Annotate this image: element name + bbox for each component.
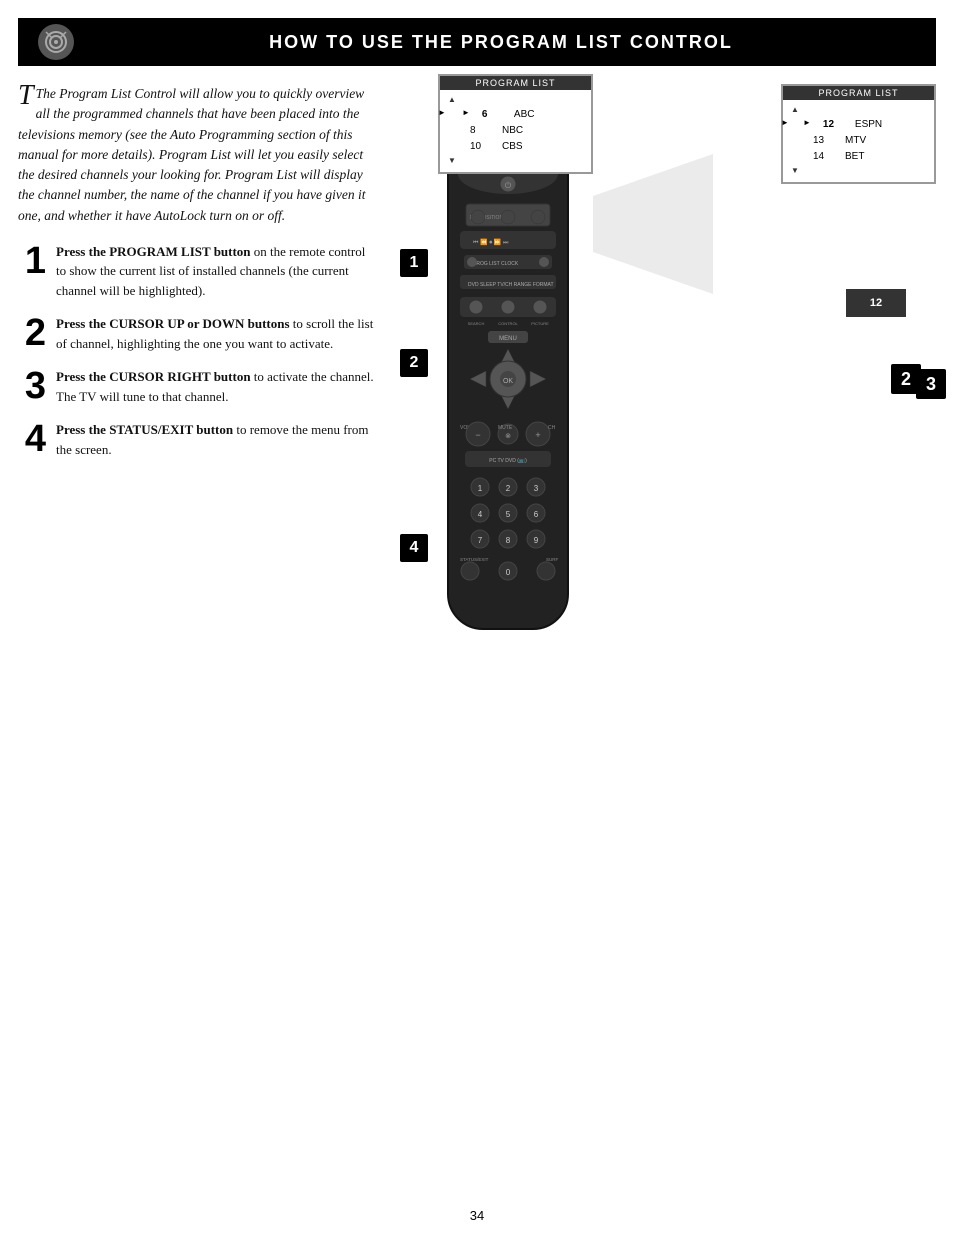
svg-text:−: −: [475, 430, 480, 440]
svg-text:⏻: ⏻: [505, 181, 512, 190]
svg-text:MENU: MENU: [499, 336, 517, 342]
intro-text: TThe Program List Control will allow you…: [18, 84, 378, 226]
svg-text:CH: CH: [548, 425, 556, 431]
step-overlay-2a: 2: [400, 349, 428, 377]
svg-text:OK: OK: [503, 378, 513, 385]
page-title: How to Use the Program List Control: [86, 32, 916, 53]
svg-text:7: 7: [478, 536, 483, 545]
svg-text:6: 6: [534, 510, 539, 519]
left-column: TThe Program List Control will allow you…: [18, 84, 378, 694]
svg-text:DVD SLEEP TV/CH RANGE FORM: DVD SLEEP TV/CH RANGE FORMAT: [468, 282, 554, 288]
svg-text:MUTE: MUTE: [498, 425, 513, 431]
illustration-area: PROGRAM LIST ▲ ► 6 ABC 8 NBC 10 CBS: [378, 84, 936, 694]
step-4-number: 4: [18, 420, 46, 458]
step-1-number: 1: [18, 242, 46, 280]
channel-display: 12: [846, 289, 906, 317]
step-4-text: Press the STATUS/EXIT button to remove t…: [56, 420, 378, 459]
svg-text:PC TV DVD (📺): PC TV DVD (📺): [489, 457, 527, 464]
step-2-number: 2: [18, 314, 46, 352]
step-overlay-3: 3: [916, 369, 946, 399]
svg-text:SEARCH: SEARCH: [468, 321, 485, 326]
program-list-right-content: ▲ ► 12 ESPN 13 MTV 14 BET ▼: [783, 100, 934, 182]
svg-text:⏮ ⏪ ⏺ ⏩ ⏭: ⏮ ⏪ ⏺ ⏩ ⏭: [473, 238, 509, 246]
svg-text:PROG LIST CLOCK: PROG LIST CLOCK: [473, 261, 519, 267]
svg-text:3: 3: [534, 484, 539, 493]
step-1: 1 Press the PROGRAM LIST button on the r…: [18, 242, 378, 301]
step-overlay-1: 1: [400, 249, 428, 277]
channel-row-14: 14 BET: [791, 149, 926, 165]
svg-text:1: 1: [478, 484, 483, 493]
channel-row-8: 8 NBC: [448, 123, 583, 139]
program-list-left: PROGRAM LIST ▲ ► 6 ABC 8 NBC 10 CBS: [438, 74, 593, 174]
page-header: How to Use the Program List Control: [18, 18, 936, 66]
svg-text:8: 8: [506, 536, 511, 545]
channel-row-13: 13 MTV: [791, 133, 926, 149]
arrow-up-right: ▲: [791, 104, 926, 117]
step-4: 4 Press the STATUS/EXIT button to remove…: [18, 420, 378, 459]
step-3: 3 Press the CURSOR RIGHT button to activ…: [18, 367, 378, 406]
svg-text:+: +: [535, 430, 540, 440]
svg-text:4: 4: [478, 510, 483, 519]
svg-text:STATUS/EXIT: STATUS/EXIT: [460, 557, 489, 562]
program-list-left-content: ▲ ► 6 ABC 8 NBC 10 CBS ▼: [440, 90, 591, 172]
svg-text:⊗: ⊗: [505, 433, 511, 440]
page-number: 34: [0, 1208, 954, 1223]
svg-text:5: 5: [506, 510, 511, 519]
step-3-text: Press the CURSOR RIGHT button to activat…: [56, 367, 378, 406]
remote-control: ⏻ FW POSITION CC ⏮ ⏪ ⏺ ⏩ ⏭: [398, 129, 618, 664]
step-1-text: Press the PROGRAM LIST button on the rem…: [56, 242, 378, 301]
svg-text:9: 9: [534, 536, 539, 545]
svg-text:SURF: SURF: [546, 557, 559, 562]
program-list-right-title: PROGRAM LIST: [783, 86, 934, 100]
arrow-down-right: ▼: [791, 165, 926, 178]
header-icon: [38, 24, 74, 60]
channel-row-6: ► 6 ABC: [448, 107, 583, 123]
channel-row-10: 10 CBS: [448, 139, 583, 155]
svg-text:PICTURE: PICTURE: [531, 321, 549, 326]
svg-text:2: 2: [506, 484, 511, 493]
step-2-text: Press the CURSOR UP or DOWN buttons to s…: [56, 314, 378, 353]
channel-row-12: ► 12 ESPN: [791, 117, 926, 133]
svg-text:CONTROL: CONTROL: [498, 321, 518, 326]
program-list-right: PROGRAM LIST ▲ ► 12 ESPN 13 MTV 14 BET: [781, 84, 936, 184]
step-2: 2 Press the CURSOR UP or DOWN buttons to…: [18, 314, 378, 353]
illustration: PROGRAM LIST ▲ ► 6 ABC 8 NBC 10 CBS: [378, 74, 936, 694]
arrow-down-left: ▼: [448, 155, 583, 168]
svg-text:0: 0: [506, 568, 511, 577]
step-3-number: 3: [18, 367, 46, 405]
arrow-up-left: ▲: [448, 94, 583, 107]
program-list-left-title: PROGRAM LIST: [440, 76, 591, 90]
step-overlay-4: 4: [400, 534, 428, 562]
